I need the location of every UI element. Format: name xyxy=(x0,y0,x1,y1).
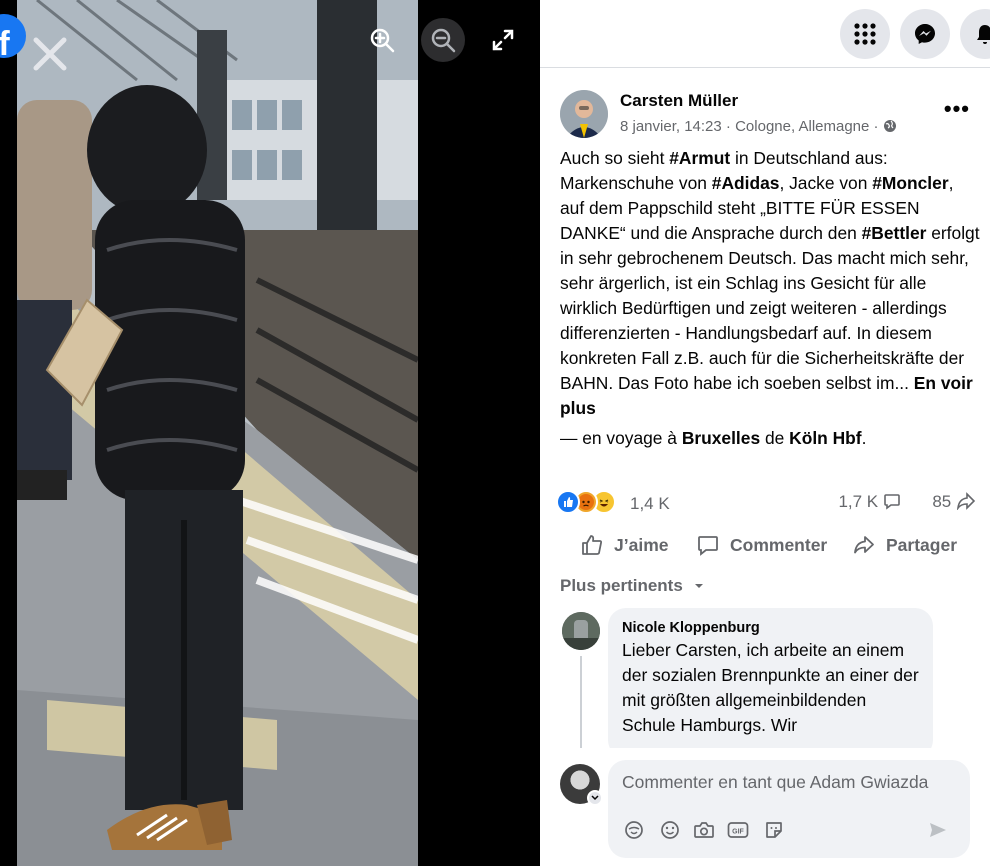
globe-icon xyxy=(883,120,896,132)
post-header: Carsten Müller 8 janvier, 14:23 · Cologn… xyxy=(560,88,980,144)
top-bar xyxy=(540,0,990,68)
shares-count[interactable]: 85 xyxy=(932,492,951,511)
travel-line: — en voyage à Bruxelles de Köln Hbf. xyxy=(560,428,866,449)
share-icon xyxy=(854,536,874,554)
photo-viewer: f xyxy=(0,0,540,866)
post-actions: J’aime Commenter Partager xyxy=(560,528,980,562)
more-options-button[interactable]: ••• xyxy=(944,96,970,122)
camera-icon xyxy=(694,822,714,838)
avatar-sticker-button[interactable] xyxy=(622,818,646,842)
travel-prefix: — en voyage à xyxy=(560,428,682,448)
svg-text:GIF: GIF xyxy=(732,829,744,836)
travel-destination[interactable]: Bruxelles xyxy=(682,428,760,448)
post-text: Auch so sieht #Armut in Deutschland aus:… xyxy=(560,146,980,421)
notifications-button[interactable] xyxy=(960,9,990,59)
comment-composer: GIF xyxy=(560,760,990,860)
zoom-out-button[interactable] xyxy=(421,18,465,62)
post-location[interactable]: Cologne, Allemagne xyxy=(735,118,869,135)
post-date[interactable]: 8 janvier, 14:23 xyxy=(620,118,722,135)
chevron-down-icon xyxy=(694,584,703,588)
comment-sort-dropdown[interactable]: Plus pertinents xyxy=(560,576,706,596)
reactions-count[interactable]: 1,4 K xyxy=(630,494,670,514)
like-reaction-icon[interactable] xyxy=(556,490,580,514)
thread-line xyxy=(580,656,582,748)
hashtag-link[interactable]: #Moncler xyxy=(872,173,948,193)
menu-button[interactable] xyxy=(840,9,890,59)
send-button[interactable] xyxy=(926,818,950,842)
share-button[interactable]: Partager xyxy=(852,528,957,562)
comment-small-icon xyxy=(884,494,900,510)
post-panel: Carsten Müller 8 janvier, 14:23 · Cologn… xyxy=(540,0,990,866)
zoom-in-button[interactable] xyxy=(360,18,404,62)
comment-input-box: GIF xyxy=(608,760,970,858)
grid-icon xyxy=(854,23,876,45)
comment-input[interactable] xyxy=(622,772,952,793)
avatar-sticker-icon xyxy=(625,821,643,839)
bell-icon xyxy=(977,25,990,44)
comment-bubble: Nicole Kloppenburg Lieber Carsten, ich a… xyxy=(608,608,933,748)
like-label: J’aime xyxy=(614,534,669,555)
hashtag-link[interactable]: #Adidas xyxy=(712,173,780,193)
comment-label: Commenter xyxy=(730,534,828,555)
send-icon xyxy=(930,823,946,837)
like-button[interactable]: J’aime xyxy=(580,528,668,562)
travel-mid: de xyxy=(760,428,790,448)
zoom-in-icon xyxy=(370,28,395,53)
comments-count[interactable]: 1,7 K xyxy=(838,492,878,511)
close-icon[interactable] xyxy=(26,30,74,78)
post-meta: 8 janvier, 14:23 · Cologne, Allemagne · xyxy=(620,118,897,135)
camera-button[interactable] xyxy=(692,818,716,842)
meta-separator: · xyxy=(721,118,736,135)
zoom-out-icon xyxy=(431,28,456,53)
comment-button[interactable]: Commenter xyxy=(696,528,827,562)
post-text-segment: Auch so sieht xyxy=(560,148,670,168)
fullscreen-button[interactable] xyxy=(481,18,525,62)
post-stats: 1,7 K 85 xyxy=(838,492,976,512)
post-photo xyxy=(17,0,418,866)
sticker-button[interactable] xyxy=(762,818,786,842)
travel-origin[interactable]: Köln Hbf xyxy=(789,428,861,448)
messenger-button[interactable] xyxy=(900,9,950,59)
thumbs-up-icon xyxy=(582,535,603,555)
gif-icon: GIF xyxy=(727,822,749,838)
travel-suffix: . xyxy=(861,428,867,448)
reactions-bar: 1,4 K 1,7 K 85 xyxy=(556,490,976,518)
fullscreen-icon xyxy=(492,29,514,51)
messenger-icon xyxy=(915,24,935,44)
gif-button[interactable]: GIF xyxy=(726,818,750,842)
commenter-name[interactable]: Nicole Kloppenburg xyxy=(622,620,919,636)
commenter-avatar[interactable] xyxy=(562,612,600,650)
account-switch-chevron-icon[interactable] xyxy=(587,790,603,806)
comment-sort-label: Plus pertinents xyxy=(560,576,683,595)
author-name[interactable]: Carsten Müller xyxy=(620,91,738,111)
meta-separator-2: · xyxy=(869,118,883,135)
comment-text: Lieber Carsten, ich arbeite an einem der… xyxy=(622,640,919,735)
share-small-icon xyxy=(956,492,976,511)
hashtag-link[interactable]: #Bettler xyxy=(862,223,927,243)
hashtag-link[interactable]: #Armut xyxy=(669,148,730,168)
emoji-icon xyxy=(661,821,679,839)
author-avatar[interactable] xyxy=(560,90,608,138)
comment-item: Nicole Kloppenburg Lieber Carsten, ich a… xyxy=(560,608,980,748)
comment-icon xyxy=(698,536,718,556)
facebook-logo-letter: f xyxy=(0,25,10,58)
emoji-button[interactable] xyxy=(658,818,682,842)
share-label: Partager xyxy=(886,534,958,555)
post-text-segment: , Jacke von xyxy=(779,173,873,193)
post-text-segment: erfolgt in sehr gebrochenem Deutsch. Das… xyxy=(560,223,980,393)
sticker-icon xyxy=(766,822,782,838)
